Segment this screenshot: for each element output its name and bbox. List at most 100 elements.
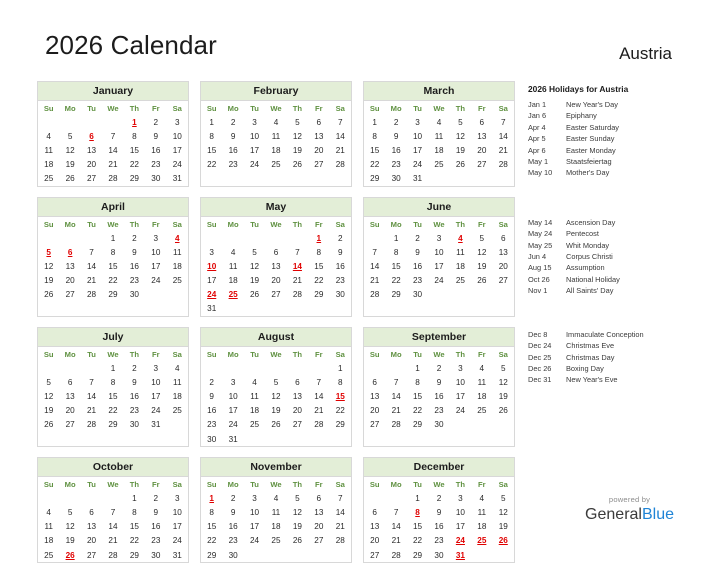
day-cell: 21: [292, 276, 302, 286]
day-cell: 29: [370, 174, 380, 184]
month-name: July: [38, 328, 188, 348]
day-cell: 31: [172, 550, 182, 560]
weekday-header-row: Su Mo Tu We Th Fr Sa: [364, 101, 514, 115]
day-cell: 1: [415, 363, 420, 373]
day-cell: 16: [434, 522, 444, 532]
brand-logo[interactable]: powered by GeneralBlue: [585, 495, 674, 524]
day-cell: 3: [436, 233, 442, 243]
weekday-label-fr: Fr: [315, 219, 323, 229]
weekday-label-we: We: [270, 219, 282, 229]
day-cell: 27: [87, 550, 97, 560]
holiday-date: Jun 4: [528, 252, 547, 262]
weekday-label-sa: Sa: [498, 480, 508, 490]
day-cell: 14: [108, 522, 118, 532]
weekday-label-sa: Sa: [172, 104, 182, 113]
day-cell: 11: [173, 247, 182, 257]
day-cell: 30: [151, 550, 161, 560]
page-header: 2026 Calendar Austria: [0, 0, 712, 72]
day-cell-empty: [287, 432, 308, 446]
day-cell-holiday: 4: [458, 233, 463, 243]
day-cell-empty: [364, 361, 385, 375]
month-day-grid: Su Mo Tu We Th Fr Sa 1 2 3 4 5 6 7 8 9 10 11 12 13 14 15 16 17 1…: [201, 477, 351, 562]
weekday-label-sa: Sa: [498, 350, 508, 360]
day-cell: 2: [415, 233, 420, 243]
day-cell: 15: [207, 522, 217, 532]
weekday-header-row: Su Mo Tu We Th Fr Sa: [364, 477, 514, 491]
day-cell: 9: [230, 131, 236, 141]
day-cell: 1: [372, 117, 377, 127]
day-cell: 2: [337, 233, 343, 243]
day-cell: 6: [89, 507, 94, 517]
weekday-label-tu: Tu: [250, 219, 259, 229]
day-cell: 29: [413, 420, 423, 430]
holiday-row: Apr 5 Easter Sunday: [528, 133, 708, 144]
day-cell-empty: [287, 302, 308, 316]
weekday-label-su: Su: [206, 480, 217, 490]
day-cell: 24: [172, 160, 182, 170]
week-row: 6 7 8 9 10 11 12: [364, 375, 514, 389]
day-cell: 18: [477, 392, 487, 402]
weekday-label-tu: Tu: [250, 480, 259, 490]
holiday-date: May 24: [528, 229, 553, 239]
weekday-label-fr: Fr: [152, 350, 160, 360]
holiday-row: Apr 6 Easter Monday: [528, 145, 708, 156]
weekday-label-th: Th: [455, 480, 466, 490]
day-cell: 17: [172, 522, 182, 532]
day-cell: 7: [110, 131, 116, 141]
day-cell: 4: [46, 131, 51, 141]
week-row: 28 29 30: [364, 288, 514, 302]
day-cell-holiday: 14: [292, 261, 302, 271]
day-cell: 13: [87, 145, 97, 155]
week-row: 21 22 23 24 25 26 27: [364, 274, 514, 288]
week-row: 15 16 17 18 19 20 21: [364, 143, 514, 157]
weekday-label-mo: Mo: [64, 219, 76, 229]
day-cell-holiday: 1: [316, 233, 322, 243]
weekday-header-row: Su Mo Tu We Th Fr Sa: [201, 217, 351, 231]
month-name: February: [201, 82, 351, 101]
day-cell: 17: [172, 145, 182, 155]
weekday-label-sa: Sa: [172, 219, 182, 229]
day-cell-empty: [287, 231, 308, 245]
week-row: 4 5 6 7 8 9 10: [38, 505, 188, 519]
day-cell: 12: [271, 392, 281, 402]
holiday-name: Christmas Day: [566, 352, 615, 362]
day-cell: 23: [129, 276, 139, 286]
day-cell: 13: [314, 507, 324, 517]
week-row: 13 14 15 16 17 18 19: [364, 389, 514, 403]
day-cell-empty: [244, 302, 265, 316]
month-block-november: November Su Mo Tu We Th Fr Sa 1 2 3 4 5 6 7 8 9 10 11 12 13 1…: [200, 457, 352, 564]
day-cell: 20: [370, 406, 380, 416]
weekday-label-sa: Sa: [335, 350, 345, 360]
day-cell: 14: [498, 131, 508, 141]
month-day-grid: Su Mo Tu We Th Fr Sa 1 2 3 4 5 6 7 8 9 10 11 12 13 14 15 16 17 1…: [38, 477, 188, 562]
weekday-label-th: Th: [129, 219, 140, 229]
month-day-grid: Su Mo Tu We Th Fr Sa 1 2 3 4 5 6 7 8 9 10 11 12 13 14 15 16 17 1…: [364, 101, 514, 186]
country-label: Austria: [619, 44, 672, 63]
day-cell: 17: [455, 522, 465, 532]
day-cell: 16: [129, 392, 139, 402]
day-cell: 30: [228, 550, 238, 560]
week-row: 25 26 27 28 29 30 31: [38, 172, 188, 186]
week-row: 8 9 10 11 12 13 14: [364, 129, 514, 143]
day-cell: 7: [316, 377, 322, 387]
day-cell-empty: [265, 548, 286, 562]
day-cell-empty: [308, 432, 329, 446]
day-cell: 2: [230, 493, 236, 503]
day-cell-holiday: 24: [455, 536, 465, 546]
day-cell-empty: [287, 548, 308, 562]
day-cell: 17: [151, 261, 161, 271]
month-block-december: December Su Mo Tu We Th Fr Sa 1 2 3 4 5 6 7 8 9 10 11 12 13 1…: [363, 457, 515, 564]
day-cell-holiday: 31: [455, 550, 465, 560]
day-cell: 22: [129, 160, 139, 170]
day-cell-holiday: 25: [477, 536, 487, 546]
day-cell: 8: [415, 377, 420, 387]
holiday-name: New Year's Eve: [566, 375, 618, 385]
day-cell: 28: [370, 290, 380, 300]
day-cell: 11: [173, 377, 182, 387]
day-cell: 12: [498, 377, 508, 387]
holiday-row: May 1 Staatsfeiertag: [528, 156, 708, 167]
day-cell: 14: [335, 507, 345, 517]
weekday-label-tu: Tu: [250, 104, 259, 113]
day-cell: 9: [153, 131, 159, 141]
holiday-date: Aug 15: [528, 263, 552, 273]
